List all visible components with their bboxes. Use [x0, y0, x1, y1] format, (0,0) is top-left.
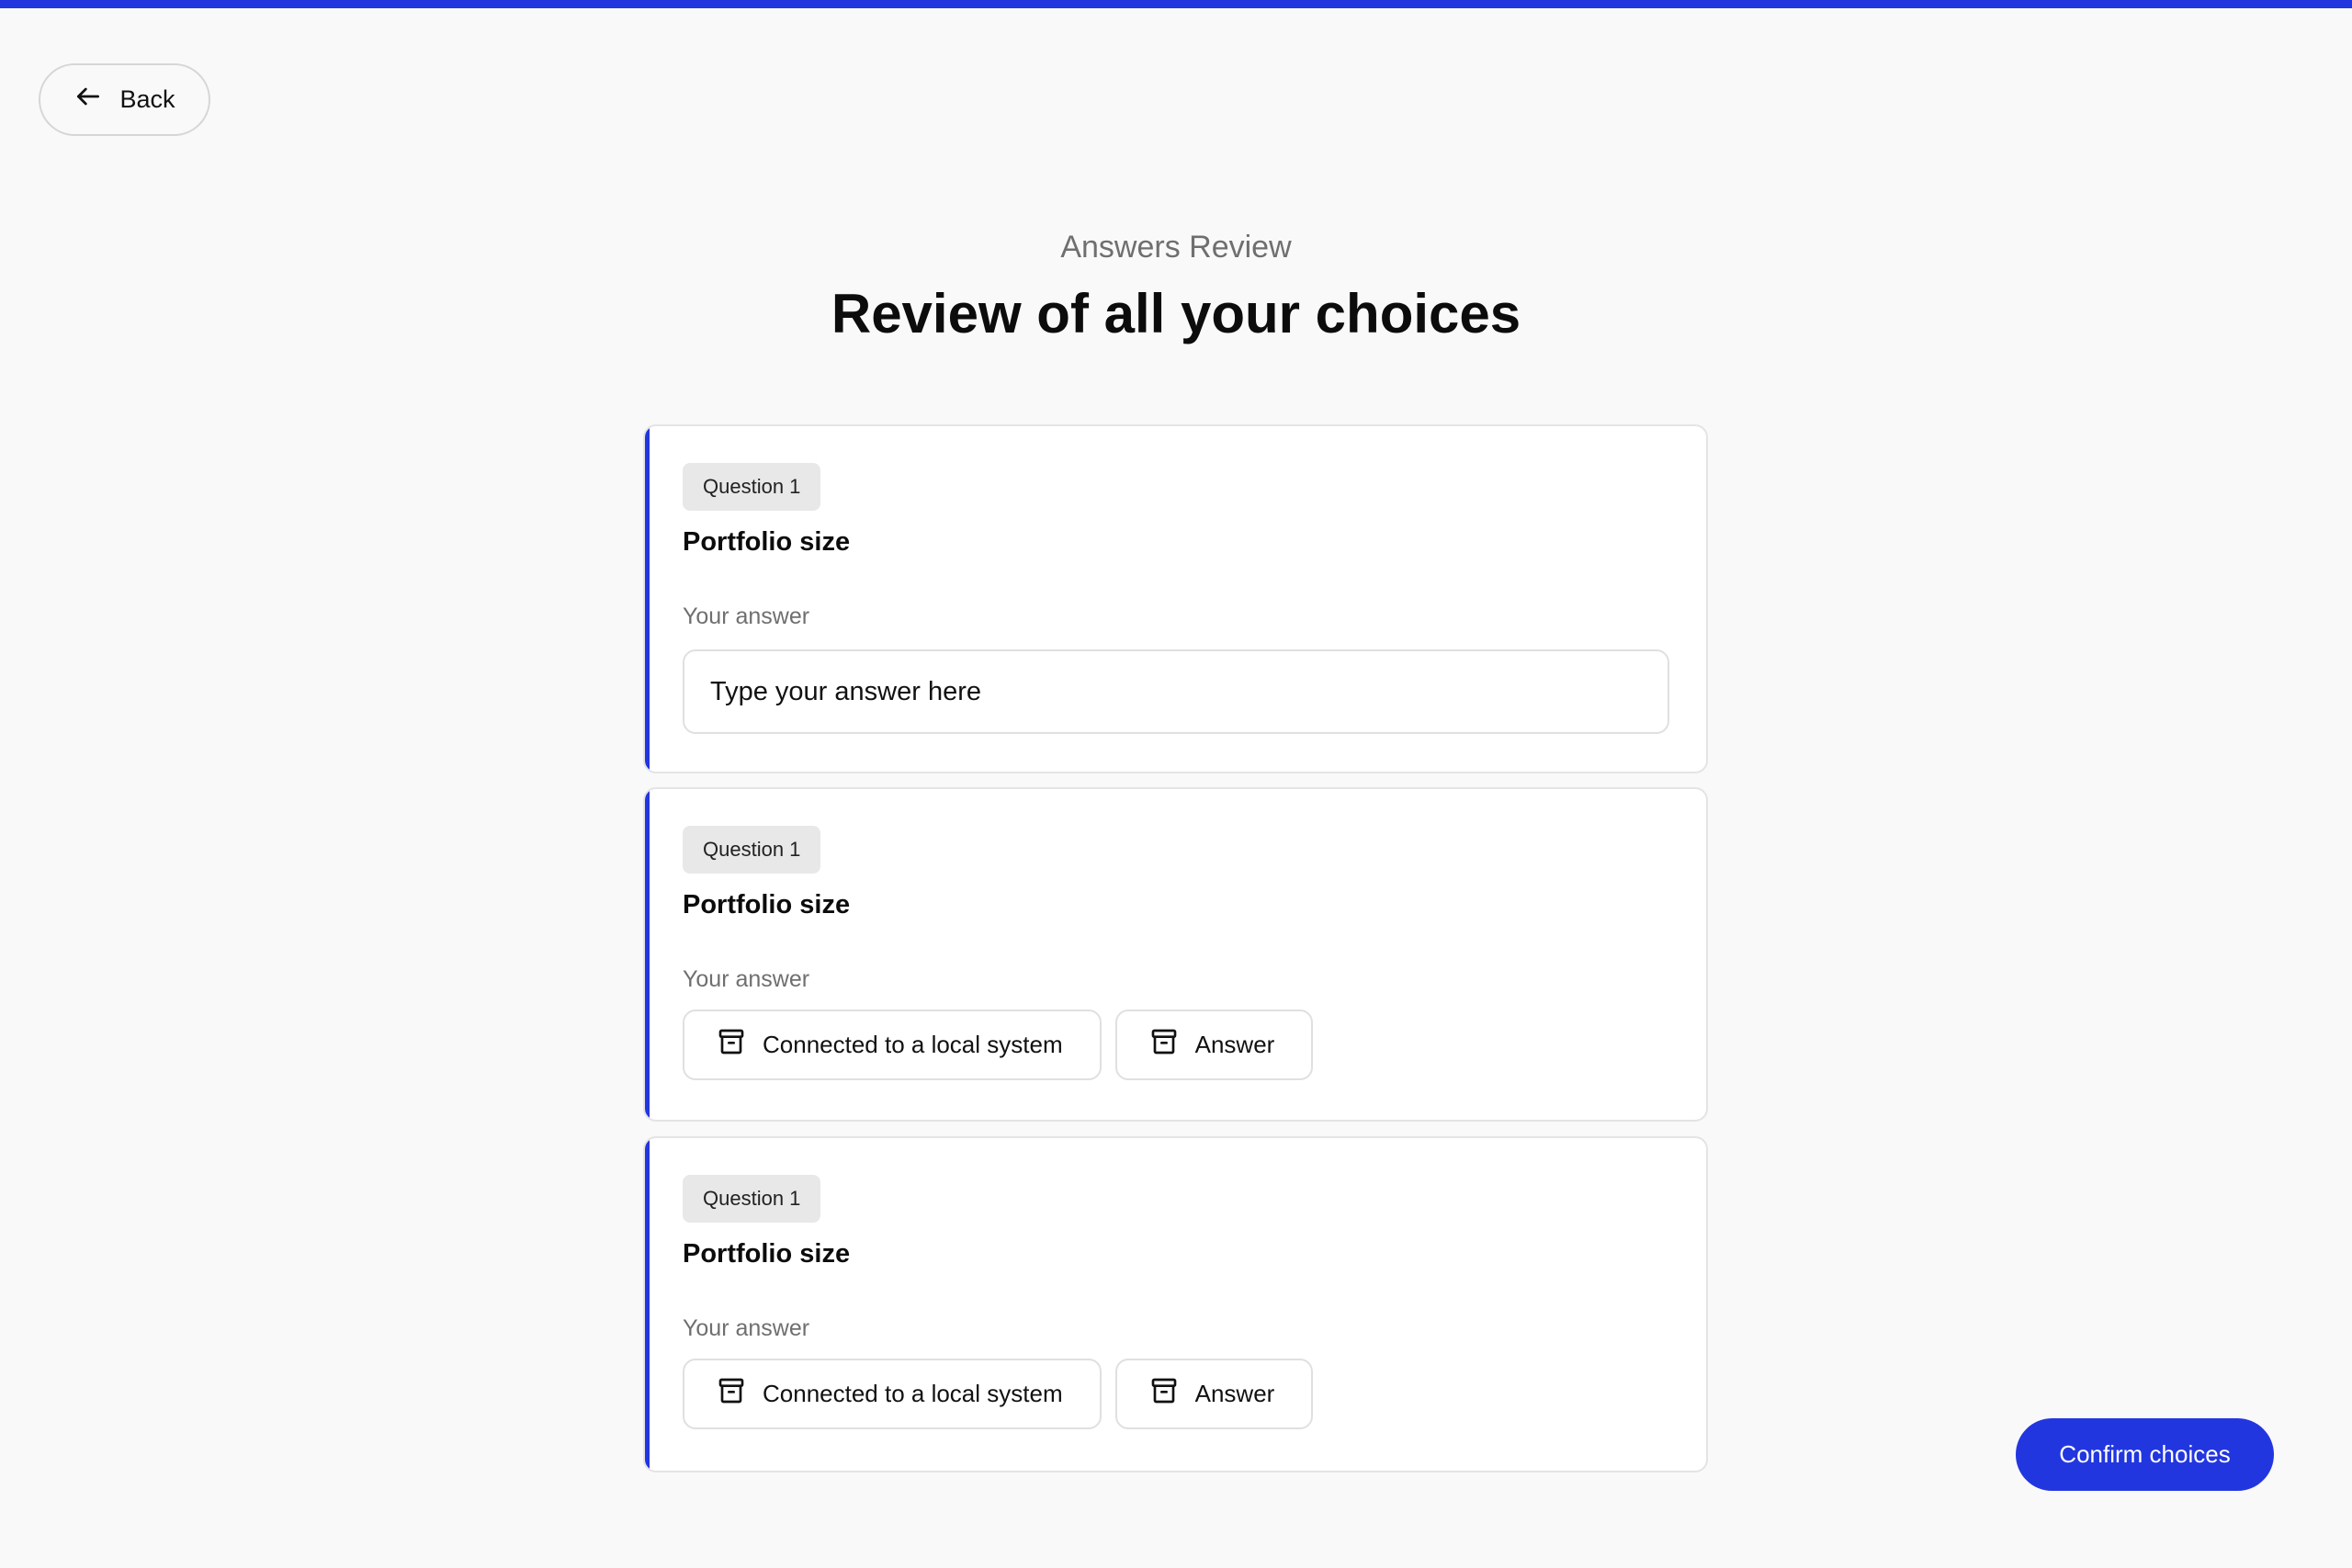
back-button[interactable]: Back	[39, 63, 210, 136]
answer-chip[interactable]: Connected to a local system	[683, 1010, 1102, 1080]
page-title: Review of all your choices	[831, 283, 1521, 344]
answer-chip-label: Connected to a local system	[763, 1380, 1063, 1407]
question-card: Question 1 Portfolio size Your answer Co…	[643, 787, 1708, 1122]
question-title: Portfolio size	[683, 527, 851, 557]
answer-label: Your answer	[683, 1315, 810, 1341]
arrow-left-icon	[74, 82, 103, 118]
question-badge: Question 1	[683, 826, 821, 874]
back-button-label: Back	[119, 85, 175, 113]
answer-chips: Connected to a local system Answer	[683, 1010, 1314, 1080]
answer-label: Your answer	[683, 604, 810, 629]
answer-chip[interactable]: Answer	[1114, 1359, 1314, 1429]
top-accent-bar	[0, 0, 2352, 8]
answer-chip[interactable]: Answer	[1114, 1010, 1314, 1080]
answer-chip-label: Answer	[1194, 1380, 1275, 1407]
answer-chip[interactable]: Connected to a local system	[683, 1359, 1102, 1429]
question-card: Question 1 Portfolio size Your answer Co…	[643, 1136, 1708, 1472]
answer-input[interactable]	[683, 649, 1669, 734]
question-badge: Question 1	[683, 463, 821, 511]
archive-icon	[1149, 1027, 1179, 1063]
archive-icon	[717, 1376, 746, 1412]
confirm-choices-button[interactable]: Confirm choices	[2016, 1418, 2274, 1491]
archive-icon	[717, 1027, 746, 1063]
answer-chip-label: Connected to a local system	[763, 1031, 1063, 1058]
page-eyebrow: Answers Review	[1060, 230, 1292, 265]
answer-chip-label: Answer	[1194, 1031, 1275, 1058]
question-card: Question 1 Portfolio size Your answer	[643, 424, 1708, 773]
answer-label: Your answer	[683, 966, 810, 992]
question-title: Portfolio size	[683, 890, 851, 919]
archive-icon	[1149, 1376, 1179, 1412]
question-badge: Question 1	[683, 1175, 821, 1223]
answer-chips: Connected to a local system Answer	[683, 1359, 1314, 1429]
question-title: Portfolio size	[683, 1239, 851, 1269]
